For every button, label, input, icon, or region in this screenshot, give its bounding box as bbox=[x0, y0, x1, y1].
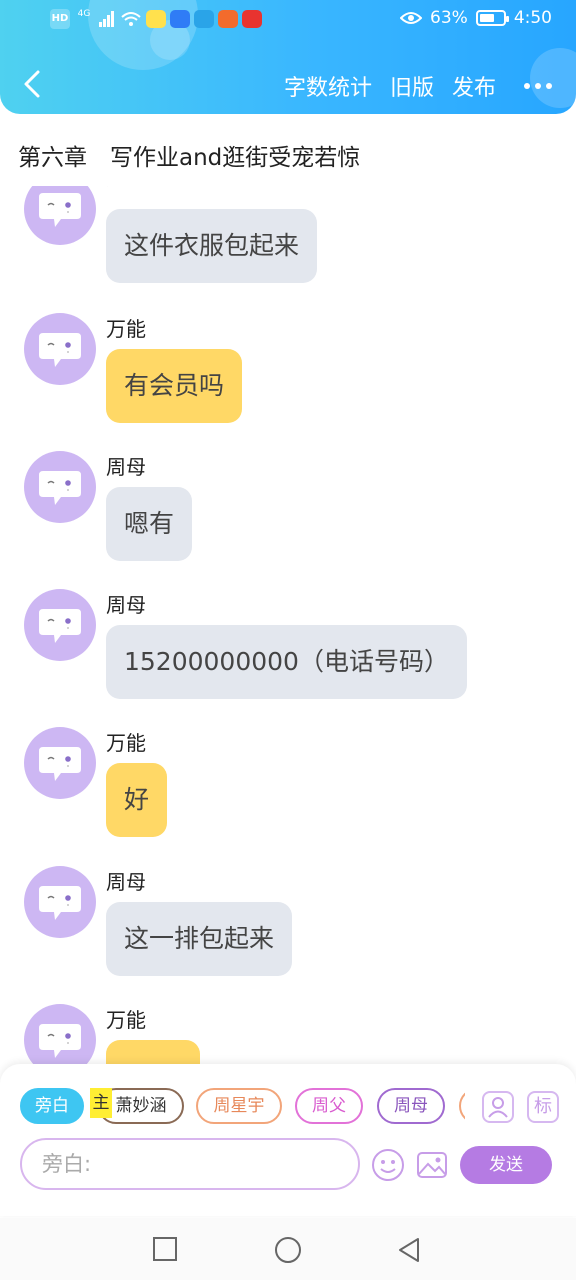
publish-button[interactable]: 发布 bbox=[452, 70, 496, 102]
clock: 4:50 bbox=[513, 8, 552, 28]
wifi-icon bbox=[121, 12, 141, 26]
avatar[interactable] bbox=[24, 451, 96, 523]
message-bubble[interactable] bbox=[106, 1040, 200, 1066]
network-4g-icon: 4G bbox=[77, 9, 91, 19]
message-input[interactable]: 旁白: bbox=[20, 1138, 360, 1190]
avatar[interactable] bbox=[24, 866, 96, 938]
app-notification-icon bbox=[170, 10, 190, 28]
chevron-left-icon bbox=[24, 70, 40, 98]
status-bar: HD 4G 63% 4:50 bbox=[0, 0, 576, 40]
role-chip[interactable] bbox=[459, 1088, 465, 1124]
message-list[interactable]: 周母 这件衣服包起来 万能 有会员吗 周母 嗯有 周母 15200000000（… bbox=[0, 186, 576, 1066]
user-icon bbox=[488, 1097, 508, 1118]
composer-panel: 旁白 萧妙涵 周星宇 周父 周母 主 标 旁白: 发送 bbox=[0, 1064, 576, 1216]
avatar[interactable] bbox=[24, 1004, 96, 1066]
chapter-title: 第六章 写作业and逛街受宠若惊 bbox=[18, 145, 361, 171]
battery-percent: 63% bbox=[430, 8, 468, 28]
label-button[interactable]: 标 bbox=[527, 1091, 559, 1123]
message-bubble[interactable]: 嗯有 bbox=[106, 487, 193, 561]
nav-actions: 字数统计 旧版 发布 bbox=[284, 70, 552, 102]
system-nav-bar bbox=[0, 1218, 576, 1280]
avatar-face-icon bbox=[39, 886, 81, 920]
send-button[interactable]: 发送 bbox=[460, 1146, 552, 1184]
avatar-face-icon bbox=[39, 1024, 81, 1058]
message-bubble[interactable]: 有会员吗 bbox=[106, 349, 243, 423]
hd-icon: HD bbox=[50, 9, 70, 29]
avatar[interactable] bbox=[24, 313, 96, 385]
app-notification-icon bbox=[218, 10, 238, 28]
back-button[interactable] bbox=[18, 66, 48, 102]
recent-apps-icon[interactable] bbox=[152, 1236, 178, 1262]
emoji-icon bbox=[372, 1149, 404, 1181]
home-icon[interactable] bbox=[274, 1236, 302, 1264]
main-character-tag: 主 bbox=[90, 1088, 112, 1118]
status-left-icons: HD 4G bbox=[50, 9, 262, 29]
emoji-button[interactable] bbox=[371, 1148, 405, 1182]
role-chip[interactable]: 周母 bbox=[377, 1088, 445, 1124]
avatar[interactable] bbox=[24, 186, 96, 245]
signal-icon bbox=[99, 11, 114, 27]
message-bubble[interactable]: 这件衣服包起来 bbox=[106, 209, 318, 283]
avatar-face-icon bbox=[39, 747, 81, 781]
avatar-face-icon bbox=[39, 609, 81, 643]
avatar[interactable] bbox=[24, 727, 96, 799]
sender-name: 万能 bbox=[106, 1008, 146, 1032]
sender-name: 周母 bbox=[106, 593, 146, 617]
word-count-button[interactable]: 字数统计 bbox=[284, 70, 372, 102]
status-right: 63% 4:50 bbox=[400, 8, 552, 28]
role-chip[interactable]: 周父 bbox=[295, 1088, 363, 1124]
character-manage-button[interactable] bbox=[482, 1091, 514, 1123]
app-notification-icon bbox=[242, 10, 262, 28]
battery-icon bbox=[475, 10, 509, 26]
nav-bar: 字数统计 旧版 发布 bbox=[0, 60, 576, 108]
sender-name: 周母 bbox=[106, 455, 146, 479]
app-header: HD 4G 63% 4:50 字数统计 旧版 发布 bbox=[0, 0, 576, 114]
message-bubble[interactable]: 好 bbox=[106, 763, 168, 837]
role-chip[interactable]: 周星宇 bbox=[196, 1088, 282, 1124]
more-options-button[interactable] bbox=[514, 83, 552, 89]
avatar-face-icon bbox=[39, 333, 81, 367]
app-notification-icon bbox=[146, 10, 166, 28]
image-button[interactable] bbox=[415, 1148, 449, 1182]
old-version-button[interactable]: 旧版 bbox=[390, 70, 434, 102]
back-nav-icon[interactable] bbox=[396, 1236, 422, 1264]
avatar-face-icon bbox=[39, 193, 81, 227]
role-chip-narration[interactable]: 旁白 bbox=[20, 1088, 84, 1124]
app-notification-icon bbox=[194, 10, 214, 28]
sender-name: 周母 bbox=[106, 186, 146, 190]
sender-name: 万能 bbox=[106, 317, 146, 341]
avatar-face-icon bbox=[39, 471, 81, 505]
sender-name: 周母 bbox=[106, 870, 146, 894]
eye-comfort-icon bbox=[400, 12, 423, 24]
message-bubble[interactable]: 15200000000（电话号码） bbox=[106, 625, 467, 699]
message-bubble[interactable]: 这一排包起来 bbox=[106, 902, 293, 976]
avatar[interactable] bbox=[24, 589, 96, 661]
sender-name: 万能 bbox=[106, 731, 146, 755]
image-icon bbox=[417, 1152, 447, 1178]
role-selector: 旁白 萧妙涵 周星宇 周父 周母 bbox=[20, 1088, 465, 1126]
battery-fill bbox=[479, 14, 494, 22]
